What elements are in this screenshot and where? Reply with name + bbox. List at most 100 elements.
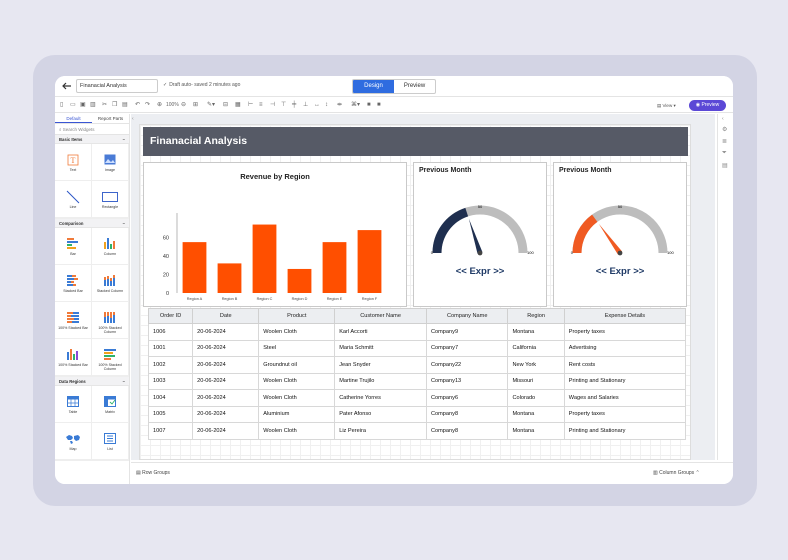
report-title-input[interactable]: Finanacial Analysis — [76, 79, 158, 93]
column-header[interactable]: Order ID — [147, 308, 194, 324]
widget-search-input[interactable]: ⌕ Search Widgets — [55, 124, 129, 135]
align-bottom-icon[interactable]: ⊥ — [303, 101, 308, 110]
revenue-chart-card[interactable]: Revenue by Region 0 20 40 60 Region A Region … — [143, 162, 407, 307]
widget-image[interactable]: Image — [92, 144, 129, 181]
bar[interactable] — [322, 242, 347, 293]
view-dropdown[interactable]: ▤ View ▾ — [657, 101, 676, 110]
paste-icon[interactable]: ▤ — [122, 101, 128, 110]
open-icon[interactable]: ▭ — [70, 101, 76, 110]
gauge-card-1[interactable]: Previous Month 0 50 100 << Expr >> — [413, 162, 547, 307]
widget-list[interactable]: List — [92, 423, 129, 460]
column-header[interactable]: Date — [192, 308, 260, 324]
collapse-icon[interactable]: – — [123, 219, 125, 228]
table-row[interactable]: 1005 20-06-2024 Aluminium Pater Afonso Compa… — [147, 405, 687, 423]
data-icon[interactable]: ≣ — [722, 138, 727, 145]
table-row[interactable]: 1006 20-06-2024 Woolen Cloth Karl Accorti Co… — [147, 323, 687, 341]
preview-button[interactable]: ◉ Preview — [689, 100, 726, 111]
save-icon[interactable]: ▣ — [80, 101, 86, 110]
widget-label: Line — [69, 205, 77, 209]
new-icon[interactable]: ▯ — [60, 101, 63, 110]
size-width-icon[interactable]: ↔ — [314, 101, 320, 110]
column-groups-toggle[interactable]: ▥ Column Groups ⌃ — [653, 470, 700, 476]
send-back-icon[interactable]: ■ — [377, 101, 381, 110]
filter-icon[interactable]: ⏷ — [722, 150, 727, 157]
column-header[interactable]: Customer Name — [334, 308, 427, 324]
table-row[interactable]: 1003 20-06-2024 Woolen Cloth Martine Trujil… — [147, 372, 687, 390]
column-header[interactable]: Expense Details — [563, 308, 687, 324]
cut-icon[interactable]: ✂ — [102, 101, 107, 110]
table-row[interactable]: 1002 20-06-2024 Groundnut oil Jean Snyder Co… — [147, 356, 687, 374]
collapse-icon[interactable]: – — [123, 377, 125, 386]
report-header[interactable]: Finanacial Analysis — [143, 127, 688, 156]
widget-100-stacked-column-2[interactable]: 100% Stacked Column — [92, 339, 129, 376]
column-header[interactable]: Product — [258, 308, 336, 324]
order-icon[interactable]: ⌘▾ — [351, 101, 360, 110]
bar[interactable] — [182, 242, 207, 293]
undo-icon[interactable]: ↶ — [135, 101, 140, 110]
table-row[interactable]: 1001 20-06-2024 Steel Maria Schmitt Company7… — [147, 339, 687, 357]
format-icon[interactable]: ⊞ — [193, 101, 198, 110]
align-left-icon[interactable]: ⊢ — [248, 101, 253, 110]
collapse-icon[interactable]: – — [123, 135, 125, 144]
widget-line[interactable]: Line — [55, 181, 92, 218]
bar[interactable] — [357, 230, 382, 293]
copy-icon[interactable]: ❐ — [112, 101, 117, 110]
table-row[interactable]: 1007 20-06-2024 Woolen Cloth Liz Pereira Com… — [147, 422, 687, 440]
expand-icon[interactable]: ⌃ — [696, 470, 700, 476]
widget-stacked-column[interactable]: Stacked Column — [92, 265, 129, 302]
widget-text[interactable]: T Text — [55, 144, 92, 181]
widget-rectangle[interactable]: Rectangle — [92, 181, 129, 218]
grid-icon[interactable]: ⊟ — [223, 101, 228, 110]
table-row[interactable]: 1004 20-06-2024 Woolen Cloth Catherine Yorr… — [147, 389, 687, 407]
snap-icon[interactable]: ▦ — [235, 101, 241, 110]
zoom-out-icon[interactable]: ⊖ — [181, 101, 186, 110]
bar[interactable] — [217, 263, 242, 293]
section-comparison[interactable]: Comparison – — [55, 219, 129, 228]
align-middle-icon[interactable]: ╪ — [292, 101, 296, 110]
widget-100-stacked-column[interactable]: 100% Stacked Column — [92, 302, 129, 339]
section-data-regions[interactable]: Data Regions – — [55, 377, 129, 386]
zoom-in-icon[interactable]: ⊕ — [157, 101, 162, 110]
collapse-rail-icon[interactable]: ‹ — [722, 116, 724, 122]
column-header[interactable]: Company Name — [425, 308, 509, 324]
gauge-pivot — [617, 250, 623, 256]
widget-matrix[interactable]: Matrix — [92, 386, 129, 423]
design-tab[interactable]: Design — [353, 80, 394, 93]
size-height-icon[interactable]: ↕ — [325, 101, 328, 110]
bring-front-icon[interactable]: ■ — [367, 101, 371, 110]
back-arrow-icon[interactable] — [61, 80, 75, 93]
section-basic-items[interactable]: Basic Items – — [55, 135, 129, 144]
widget-100-stacked-bar[interactable]: 100% Stacked Bar — [55, 302, 92, 339]
table-cell: Woolen Cloth — [258, 389, 336, 407]
distribute-icon[interactable]: ⇹ — [337, 101, 342, 110]
y-tick-label: 20 — [163, 273, 169, 279]
gauge-card-2[interactable]: Previous Month 0 50 100 << Expr >> — [553, 162, 687, 307]
preview-tab[interactable]: Preview — [394, 80, 435, 93]
paint-icon[interactable]: ✎▾ — [207, 101, 215, 110]
align-top-icon[interactable]: ⊤ — [281, 101, 286, 110]
bar[interactable] — [252, 224, 277, 293]
bar[interactable] — [287, 268, 312, 293]
widget-column[interactable]: Column — [92, 228, 129, 265]
column-header[interactable]: Region — [507, 308, 565, 324]
redo-icon[interactable]: ↷ — [145, 101, 150, 110]
table-cell: 1003 — [147, 372, 194, 390]
zoom-level[interactable]: 100% — [166, 101, 179, 110]
widget-100-stacked-bar-2[interactable]: 100% Stacked Bar — [55, 339, 92, 376]
tab-report-parts[interactable]: Report Parts — [92, 114, 129, 123]
row-groups-toggle[interactable]: ▤ Row Groups — [136, 470, 170, 476]
report-page[interactable]: Finanacial Analysis Revenue by Region 02… — [139, 124, 691, 460]
align-center-icon[interactable]: ≡ — [259, 101, 263, 110]
trash-icon[interactable]: ▥ — [90, 101, 96, 110]
orders-table[interactable]: Order ID Date Product Customer Name Company … — [147, 308, 687, 440]
widget-stacked-bar[interactable]: Stacked Bar — [55, 265, 92, 302]
tab-default[interactable]: Default — [55, 114, 92, 123]
align-right-icon[interactable]: ⊣ — [270, 101, 275, 110]
table-cell: 20-06-2024 — [192, 389, 260, 407]
widget-map[interactable]: Map — [55, 423, 92, 460]
collapse-sidebar-icon[interactable]: ‹ — [132, 116, 134, 122]
settings-icon[interactable]: ⚙ — [722, 126, 727, 133]
parameters-icon[interactable]: ▤ — [722, 162, 728, 169]
widget-bar[interactable]: Bar — [55, 228, 92, 265]
widget-table[interactable]: Table — [55, 386, 92, 423]
